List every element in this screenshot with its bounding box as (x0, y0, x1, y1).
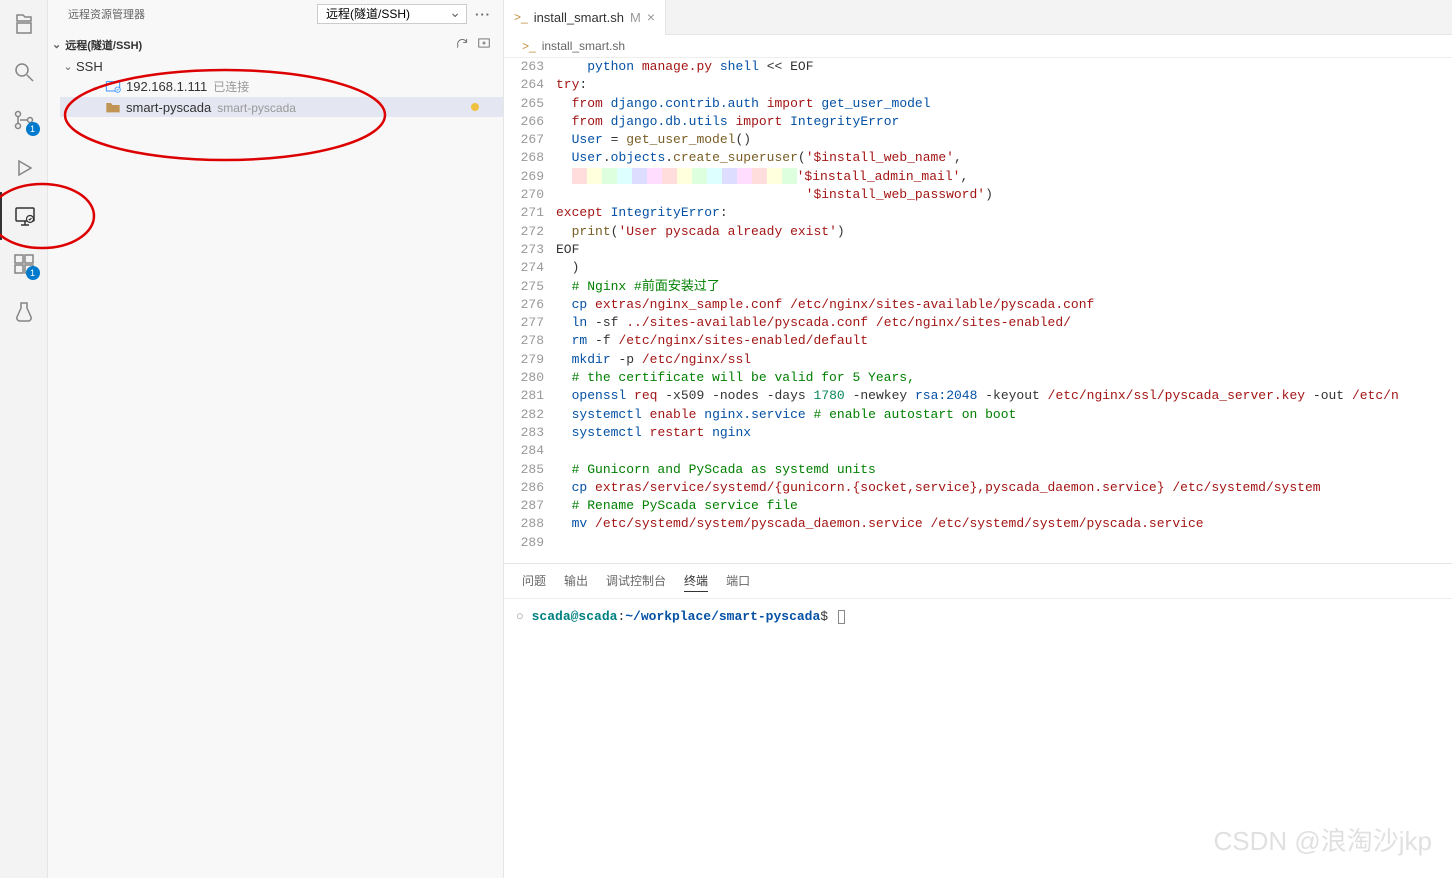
explorer-icon[interactable] (0, 0, 48, 48)
sidebar-header: 远程资源管理器 远程(隧道/SSH) ··· (48, 0, 503, 28)
search-icon[interactable] (0, 48, 48, 96)
chevron-down-icon: ⌄ (52, 38, 61, 51)
panel-tab-0[interactable]: 问题 (522, 570, 546, 592)
sidebar: 远程资源管理器 远程(隧道/SSH) ··· ⌄ 远程(隧道/SSH) ⌄ (48, 0, 504, 878)
more-icon[interactable]: ··· (475, 7, 491, 22)
panel-tabs: 问题输出调试控制台终端端口 (504, 564, 1452, 599)
close-icon[interactable]: × (647, 9, 655, 25)
chevron-down-icon: ⌄ (60, 60, 76, 73)
source-control-icon[interactable]: 1 (0, 96, 48, 144)
run-debug-icon[interactable] (0, 144, 48, 192)
shell-file-icon: >_ (522, 39, 536, 53)
vm-connect-icon (104, 79, 122, 95)
remote-explorer-icon[interactable] (0, 192, 48, 240)
shell-file-icon: >_ (514, 10, 528, 24)
scm-badge: 1 (26, 122, 40, 136)
tab-bar: >_ install_smart.sh M × (504, 0, 1452, 35)
tab-install-smart[interactable]: >_ install_smart.sh M × (504, 0, 666, 35)
ssh-folder[interactable]: smart-pyscada smart-pyscada (60, 97, 503, 117)
active-dot-icon (471, 103, 479, 111)
terminal[interactable]: ○ scada@scada:~/workplace/smart-pyscada$ (504, 599, 1452, 878)
breadcrumb[interactable]: >_ install_smart.sh (504, 35, 1452, 58)
extensions-icon[interactable]: 1 (0, 240, 48, 288)
folder-icon (104, 99, 122, 115)
section-remote[interactable]: ⌄ 远程(隧道/SSH) (48, 32, 503, 57)
editor-area: >_ install_smart.sh M × >_ install_smart… (504, 0, 1452, 878)
ssh-group[interactable]: ⌄ SSH (60, 57, 503, 76)
panel-tab-1[interactable]: 输出 (564, 570, 588, 592)
bottom-panel: 问题输出调试控制台终端端口 ○ scada@scada:~/workplace/… (504, 563, 1452, 878)
panel-tab-3[interactable]: 终端 (684, 570, 708, 592)
panel-tab-2[interactable]: 调试控制台 (606, 570, 666, 592)
chevron-down-icon: ⌄ (88, 80, 104, 93)
activity-bar: 1 1 (0, 0, 48, 878)
panel-tab-4[interactable]: 端口 (726, 570, 750, 592)
refresh-icon[interactable] (455, 36, 469, 53)
extensions-badge: 1 (26, 266, 40, 280)
testing-icon[interactable] (0, 288, 48, 336)
cursor-icon (838, 610, 845, 624)
sidebar-title: 远程资源管理器 (68, 6, 317, 22)
code-editor[interactable]: 2632642652662672682692702712722732742752… (504, 58, 1452, 563)
remote-type-select[interactable]: 远程(隧道/SSH) (317, 4, 467, 24)
ssh-host[interactable]: ⌄ 192.168.1.111 已连接 (60, 76, 503, 97)
add-icon[interactable] (477, 36, 491, 53)
